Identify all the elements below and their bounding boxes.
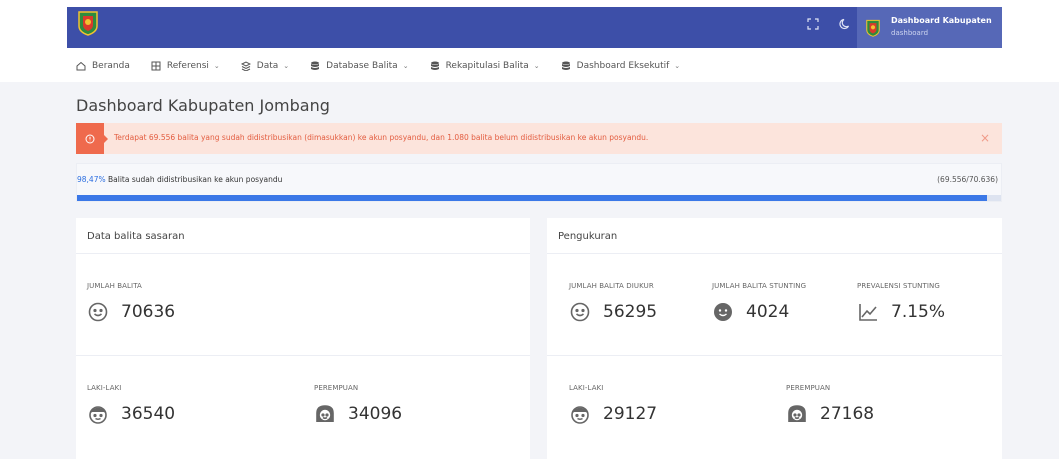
page-title: Dashboard Kabupaten Jombang — [76, 96, 330, 115]
chevron-down-icon: ⌄ — [213, 61, 220, 70]
nav-beranda[interactable]: Beranda — [76, 61, 130, 71]
user-title: Dashboard Kabupaten — [891, 16, 992, 25]
database-icon — [561, 61, 570, 70]
stat-prevalensi: PREVALENSI STUNTING 7.15% — [857, 282, 945, 323]
stat-label: PEREMPUAN — [786, 384, 831, 392]
smile-face-icon — [570, 302, 590, 322]
database-icon — [311, 61, 320, 70]
stat-label: JUMLAH BALITA STUNTING — [712, 282, 807, 290]
alert-text: Terdapat 69.556 balita yang sudah didist… — [114, 133, 649, 142]
top-bar: Dashboard Kabupaten dashboard — [0, 0, 1059, 49]
stat-value: 29127 — [603, 404, 658, 424]
stat-label: JUMLAH BALITA DIUKUR — [569, 282, 654, 290]
home-icon — [76, 61, 86, 70]
stat-label: PREVALENSI STUNTING — [857, 282, 940, 290]
stat-jumlah-diukur: JUMLAH BALITA DIUKUR 56295 — [569, 282, 657, 323]
chevron-down-icon: ⌄ — [283, 61, 290, 70]
card-title: Pengukuran — [558, 231, 618, 242]
nav-label: Rekapitulasi Balita — [445, 60, 529, 71]
nav-referensi[interactable]: Referensi ⌄ — [151, 61, 220, 71]
nav-label: Data — [256, 60, 279, 71]
distribution-progress-card: 98,47% Balita sudah didistribusikan ke a… — [76, 163, 1002, 202]
stat-value: 70636 — [121, 302, 176, 322]
alert-circle-icon — [85, 134, 95, 143]
close-icon[interactable]: × — [980, 131, 990, 145]
card-title: Data balita sasaran — [87, 231, 185, 242]
header-bar: Dashboard Kabupaten dashboard — [67, 7, 1002, 48]
stat-laki-laki: LAKI-LAKI 29127 — [569, 384, 657, 425]
stat-label: LAKI-LAKI — [569, 384, 604, 392]
stat-value: 34096 — [348, 404, 403, 424]
boy-face-icon — [89, 406, 107, 424]
content-area: Dashboard Kabupaten Jombang Terdapat 69.… — [0, 82, 1059, 459]
divider — [547, 355, 1002, 356]
stat-laki-laki: LAKI-LAKI 36540 — [87, 384, 175, 425]
alert-icon-box — [76, 123, 104, 154]
main-nav: Beranda Referensi ⌄ Data ⌄ Database Bali… — [67, 49, 1002, 82]
nav-database-balita[interactable]: Database Balita ⌄ — [310, 60, 409, 71]
alert-arrow — [104, 135, 108, 143]
stat-jumlah-stunting: JUMLAH BALITA STUNTING 4024 — [712, 282, 806, 323]
progress-text: 98,47% Balita sudah didistribusikan ke a… — [77, 175, 282, 184]
nav-data[interactable]: Data ⌄ — [240, 60, 290, 71]
progress-description: Balita sudah didistribusikan ke akun pos… — [105, 175, 283, 184]
stat-value: 56295 — [603, 302, 658, 322]
user-avatar-logo-icon — [866, 19, 880, 37]
divider — [76, 355, 530, 356]
nav-label: Database Balita — [326, 60, 398, 71]
nav-label: Referensi — [166, 60, 209, 71]
stat-label: JUMLAH BALITA — [87, 282, 142, 290]
nav-rekapitulasi-balita[interactable]: Rekapitulasi Balita ⌄ — [430, 61, 540, 71]
stat-perempuan: PEREMPUAN 34096 — [314, 384, 402, 425]
card-header: Data balita sasaran — [76, 218, 530, 254]
nav-label: Beranda — [92, 60, 130, 71]
progress-fill — [77, 195, 987, 201]
progress-percent: 98,47% — [77, 175, 106, 184]
stat-value: 36540 — [121, 404, 176, 424]
stat-label: LAKI-LAKI — [87, 384, 122, 392]
nav-dashboard-eksekutif[interactable]: Dashboard Eksekutif ⌄ — [561, 60, 681, 71]
stack-icon — [240, 60, 251, 71]
stat-value: 4024 — [746, 302, 790, 322]
chevron-down-icon: ⌄ — [402, 61, 409, 70]
user-menu[interactable]: Dashboard Kabupaten dashboard — [857, 7, 1002, 48]
distribution-alert: Terdapat 69.556 balita yang sudah didist… — [76, 123, 1002, 154]
card-header: Pengukuran — [547, 218, 1002, 254]
pengukuran-card: Pengukuran JUMLAH BALITA DIUKUR 56295 JU… — [547, 218, 1002, 459]
user-subtitle: dashboard — [891, 29, 929, 37]
progress-track — [77, 195, 1001, 201]
nav-label: Dashboard Eksekutif — [576, 60, 670, 71]
jombang-logo-icon[interactable] — [77, 10, 99, 36]
dark-mode-moon-icon[interactable] — [838, 17, 852, 31]
data-balita-card: Data balita sasaran JUMLAH BALITA 70636 … — [76, 218, 530, 459]
boy-face-icon — [571, 406, 589, 424]
smile-face-icon — [88, 302, 108, 322]
line-chart-icon — [859, 304, 877, 321]
chevron-down-icon: ⌄ — [674, 61, 681, 70]
girl-face-icon — [788, 405, 806, 422]
progress-count: (69.556/70.636) — [937, 175, 998, 184]
stat-value: 7.15% — [891, 302, 946, 322]
stat-jumlah-balita: JUMLAH BALITA 70636 — [87, 282, 175, 323]
database-icon — [430, 61, 439, 70]
stat-value: 27168 — [820, 404, 875, 424]
stat-perempuan: PEREMPUAN 27168 — [786, 384, 874, 425]
fullscreen-icon[interactable] — [806, 17, 820, 31]
girl-face-icon — [316, 405, 334, 422]
stat-label: PEREMPUAN — [314, 384, 359, 392]
filled-face-icon — [714, 303, 732, 321]
layers-icon — [151, 61, 161, 70]
chevron-down-icon: ⌄ — [533, 61, 540, 70]
